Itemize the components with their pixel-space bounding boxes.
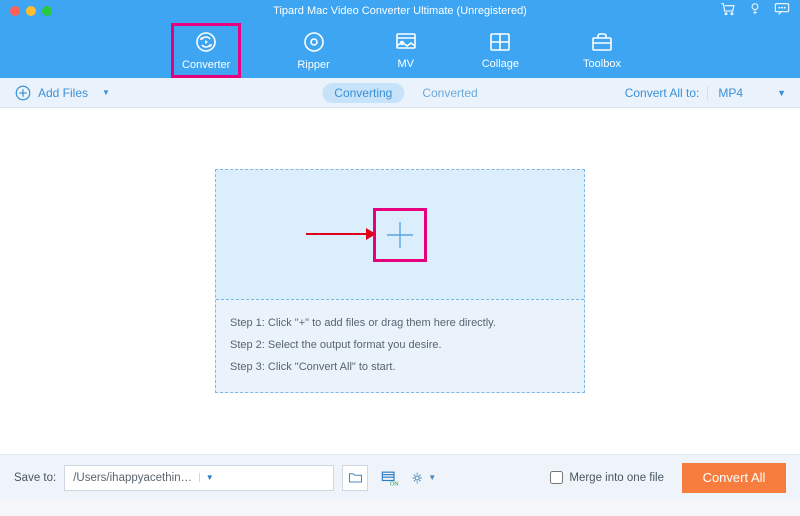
tab-converted[interactable]: Converted bbox=[422, 86, 477, 100]
merge-checkbox[interactable]: Merge into one file bbox=[550, 471, 664, 484]
merge-label: Merge into one file bbox=[569, 472, 664, 484]
tab-converter[interactable]: Converter bbox=[171, 23, 241, 78]
tab-toolbox[interactable]: Toolbox bbox=[575, 27, 629, 74]
window-title: Tipard Mac Video Converter Ultimate (Unr… bbox=[0, 5, 800, 17]
tab-label: Converter bbox=[182, 59, 230, 71]
collage-icon bbox=[488, 31, 512, 56]
tab-label: Ripper bbox=[297, 59, 329, 71]
step-1: Step 1: Click "+" to add files or drag t… bbox=[230, 312, 570, 334]
main-area: Step 1: Click "+" to add files or drag t… bbox=[0, 108, 800, 454]
feedback-icon[interactable] bbox=[774, 2, 790, 21]
output-format-value: MP4 bbox=[718, 86, 743, 100]
save-path-value: /Users/ihappyacethinker/Movies/Converted bbox=[73, 472, 193, 484]
tab-label: Toolbox bbox=[583, 58, 621, 70]
mv-icon bbox=[394, 31, 418, 56]
tab-mv[interactable]: MV bbox=[386, 27, 426, 74]
svg-text:ON: ON bbox=[390, 481, 399, 487]
output-format-selector[interactable]: MP4 ▼ bbox=[707, 86, 786, 100]
add-files-button[interactable]: Add Files ▼ bbox=[14, 84, 110, 102]
chevron-down-icon: ▼ bbox=[777, 88, 786, 98]
hardware-accel-button[interactable]: ON bbox=[376, 465, 402, 491]
instruction-steps: Step 1: Click "+" to add files or drag t… bbox=[216, 300, 584, 392]
step-3: Step 3: Click "Convert All" to start. bbox=[230, 356, 570, 378]
convert-all-label: Convert All bbox=[703, 470, 766, 485]
step-2: Step 2: Select the output format you des… bbox=[230, 334, 570, 356]
footer-bar: Save to: /Users/ihappyacethinker/Movies/… bbox=[0, 454, 800, 500]
chevron-down-icon[interactable]: ▼ bbox=[102, 88, 110, 97]
save-path-selector[interactable]: /Users/ihappyacethinker/Movies/Converted… bbox=[64, 465, 334, 491]
cart-icon[interactable] bbox=[720, 2, 736, 21]
tab-label: Collage bbox=[482, 58, 519, 70]
add-files-plus-button[interactable] bbox=[373, 208, 427, 262]
annotation-arrow bbox=[306, 226, 376, 242]
tab-label: MV bbox=[397, 58, 414, 70]
toolbox-icon bbox=[590, 31, 614, 56]
window-titlebar: Tipard Mac Video Converter Ultimate (Unr… bbox=[0, 0, 800, 22]
settings-button[interactable]: ▼ bbox=[410, 465, 436, 491]
add-files-label: Add Files bbox=[38, 86, 88, 100]
open-folder-button[interactable] bbox=[342, 465, 368, 491]
drop-box: Step 1: Click "+" to add files or drag t… bbox=[215, 169, 585, 393]
main-tabstrip: Converter Ripper MV Collage Toolbox bbox=[0, 22, 800, 78]
save-to-label: Save to: bbox=[14, 472, 56, 484]
convert-all-to-label: Convert All to: bbox=[625, 86, 700, 100]
key-icon[interactable] bbox=[748, 2, 762, 21]
convert-all-button[interactable]: Convert All bbox=[682, 463, 786, 493]
chevron-down-icon: ▼ bbox=[199, 473, 326, 482]
tab-ripper[interactable]: Ripper bbox=[289, 26, 337, 75]
sub-toolbar: Add Files ▼ Converting Converted Convert… bbox=[0, 78, 800, 108]
chevron-down-icon: ▼ bbox=[428, 473, 436, 482]
tab-converting[interactable]: Converting bbox=[322, 83, 404, 103]
drop-zone[interactable] bbox=[216, 170, 584, 300]
ripper-icon bbox=[302, 30, 326, 57]
tab-collage[interactable]: Collage bbox=[474, 27, 527, 74]
converter-icon bbox=[194, 30, 218, 57]
merge-checkbox-input[interactable] bbox=[550, 471, 563, 484]
